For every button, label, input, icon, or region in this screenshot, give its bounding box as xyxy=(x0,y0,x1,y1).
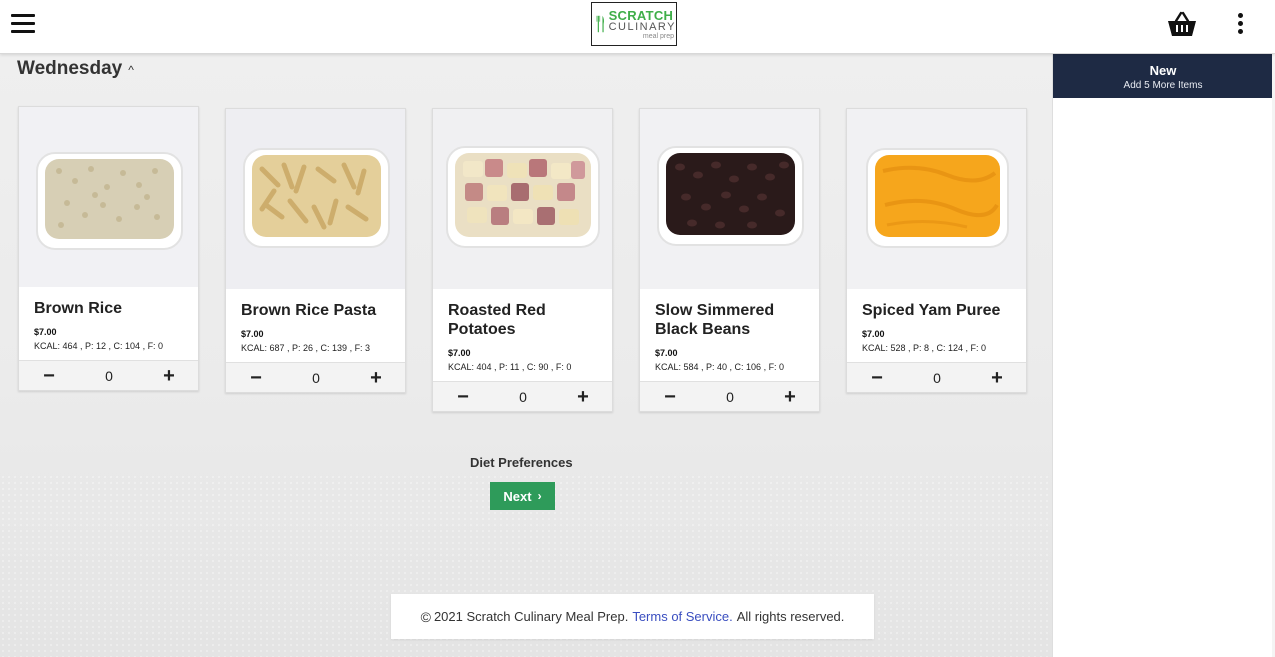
product-image-black-beans[interactable] xyxy=(640,109,819,289)
quantity-stepper: − 0 + xyxy=(226,362,405,392)
copyright-icon: © xyxy=(420,608,431,625)
increase-button[interactable]: + xyxy=(990,368,1004,388)
product-price: $7.00 xyxy=(862,329,885,339)
product-name: Brown Rice xyxy=(34,300,123,317)
quantity-stepper: − 0 + xyxy=(640,381,819,411)
product-price: $7.00 xyxy=(448,348,471,358)
quantity-stepper: − 0 + xyxy=(847,362,1026,392)
footer-text: 2021 Scratch Culinary Meal Prep. xyxy=(433,609,629,624)
logo-line-3: meal prep xyxy=(642,32,674,40)
basket-icon[interactable] xyxy=(1167,10,1197,38)
product-macros: KCAL: 687 , P: 26 , C: 139 , F: 3 xyxy=(241,343,371,353)
next-button-label: Next xyxy=(503,488,532,504)
next-button[interactable]: Next › xyxy=(490,482,555,510)
increase-button[interactable]: + xyxy=(369,368,383,388)
chevron-right-icon: › xyxy=(537,489,542,503)
footer: © 2021 Scratch Culinary Meal Prep. Terms… xyxy=(391,594,874,639)
quantity-value: 0 xyxy=(519,388,527,405)
footer-rights: All rights reserved. xyxy=(736,609,845,624)
order-summary-header: New Add 5 More Items xyxy=(1053,54,1273,98)
product-image-spiced-yam-puree[interactable] xyxy=(847,109,1026,289)
fork-knife-icon xyxy=(596,15,605,33)
chevron-up-icon: ^ xyxy=(128,63,134,77)
quantity-stepper: − 0 + xyxy=(19,360,198,390)
decrease-button[interactable]: − xyxy=(456,387,470,407)
product-card: Spiced Yam Puree $7.00 KCAL: 528 , P: 8 … xyxy=(846,108,1027,393)
product-macros: KCAL: 584 , P: 40 , C: 106 , F: 0 xyxy=(655,362,785,372)
quantity-value: 0 xyxy=(726,388,734,405)
product-image-roasted-red-potatoes[interactable] xyxy=(433,109,612,289)
top-navigation-bar: SCRATCH CULINARY meal prep xyxy=(0,0,1275,54)
increase-button[interactable]: + xyxy=(162,366,176,386)
decrease-button[interactable]: − xyxy=(870,368,884,388)
day-title: Wednesday xyxy=(17,58,123,79)
product-name: Spiced Yam Puree xyxy=(862,302,1001,319)
product-price: $7.00 xyxy=(655,348,678,358)
diet-preferences-label: Diet Preferences xyxy=(470,455,573,470)
decrease-button[interactable]: − xyxy=(42,366,56,386)
product-card: Brown Rice $7.00 KCAL: 464 , P: 12 , C: … xyxy=(18,106,199,391)
decrease-button[interactable]: − xyxy=(249,368,263,388)
logo-line-1: SCRATCH xyxy=(608,7,674,23)
scratch-culinary-logo[interactable]: SCRATCH CULINARY meal prep xyxy=(591,2,677,46)
increase-button[interactable]: + xyxy=(576,387,590,407)
menu-main-area: Wednesday ^ Brown Rice $7.00 KCAL: 464 ,… xyxy=(0,54,1052,657)
product-card: Roasted Red Potatoes $7.00 KCAL: 404 , P… xyxy=(432,108,613,412)
product-macros: KCAL: 464 , P: 12 , C: 104 , F: 0 xyxy=(34,341,164,351)
product-price: $7.00 xyxy=(241,329,264,339)
quantity-value: 0 xyxy=(933,369,941,386)
product-macros: KCAL: 528 , P: 8 , C: 124 , F: 0 xyxy=(862,343,987,353)
quantity-value: 0 xyxy=(105,367,113,384)
increase-button[interactable]: + xyxy=(783,387,797,407)
product-image-brown-rice-pasta[interactable] xyxy=(226,109,405,289)
product-image-brown-rice[interactable] xyxy=(19,107,198,287)
product-card: Brown Rice Pasta $7.00 KCAL: 687 , P: 26… xyxy=(225,108,406,393)
hamburger-menu-icon[interactable] xyxy=(11,14,35,34)
kebab-menu-icon[interactable] xyxy=(1238,13,1246,37)
product-name: Roasted Red Potatoes xyxy=(448,302,546,338)
quantity-value: 0 xyxy=(312,369,320,386)
terms-of-service-link[interactable]: Terms of Service. xyxy=(632,609,732,624)
product-macros: KCAL: 404 , P: 11 , C: 90 , F: 0 xyxy=(448,362,572,372)
day-section-toggle[interactable]: Wednesday ^ xyxy=(17,58,134,80)
product-name: Brown Rice Pasta xyxy=(241,302,377,319)
order-status-subtitle: Add 5 More Items xyxy=(1123,80,1203,91)
order-sidebar: New Add 5 More Items xyxy=(1052,54,1275,657)
product-name: Slow Simmered Black Beans xyxy=(655,302,775,338)
product-price: $7.00 xyxy=(34,327,57,337)
decrease-button[interactable]: − xyxy=(663,387,677,407)
logo-line-2: CULINARY xyxy=(608,20,676,33)
product-card: Slow Simmered Black Beans $7.00 KCAL: 58… xyxy=(639,108,820,412)
quantity-stepper: − 0 + xyxy=(433,381,612,411)
order-status-title: New xyxy=(1149,63,1177,78)
